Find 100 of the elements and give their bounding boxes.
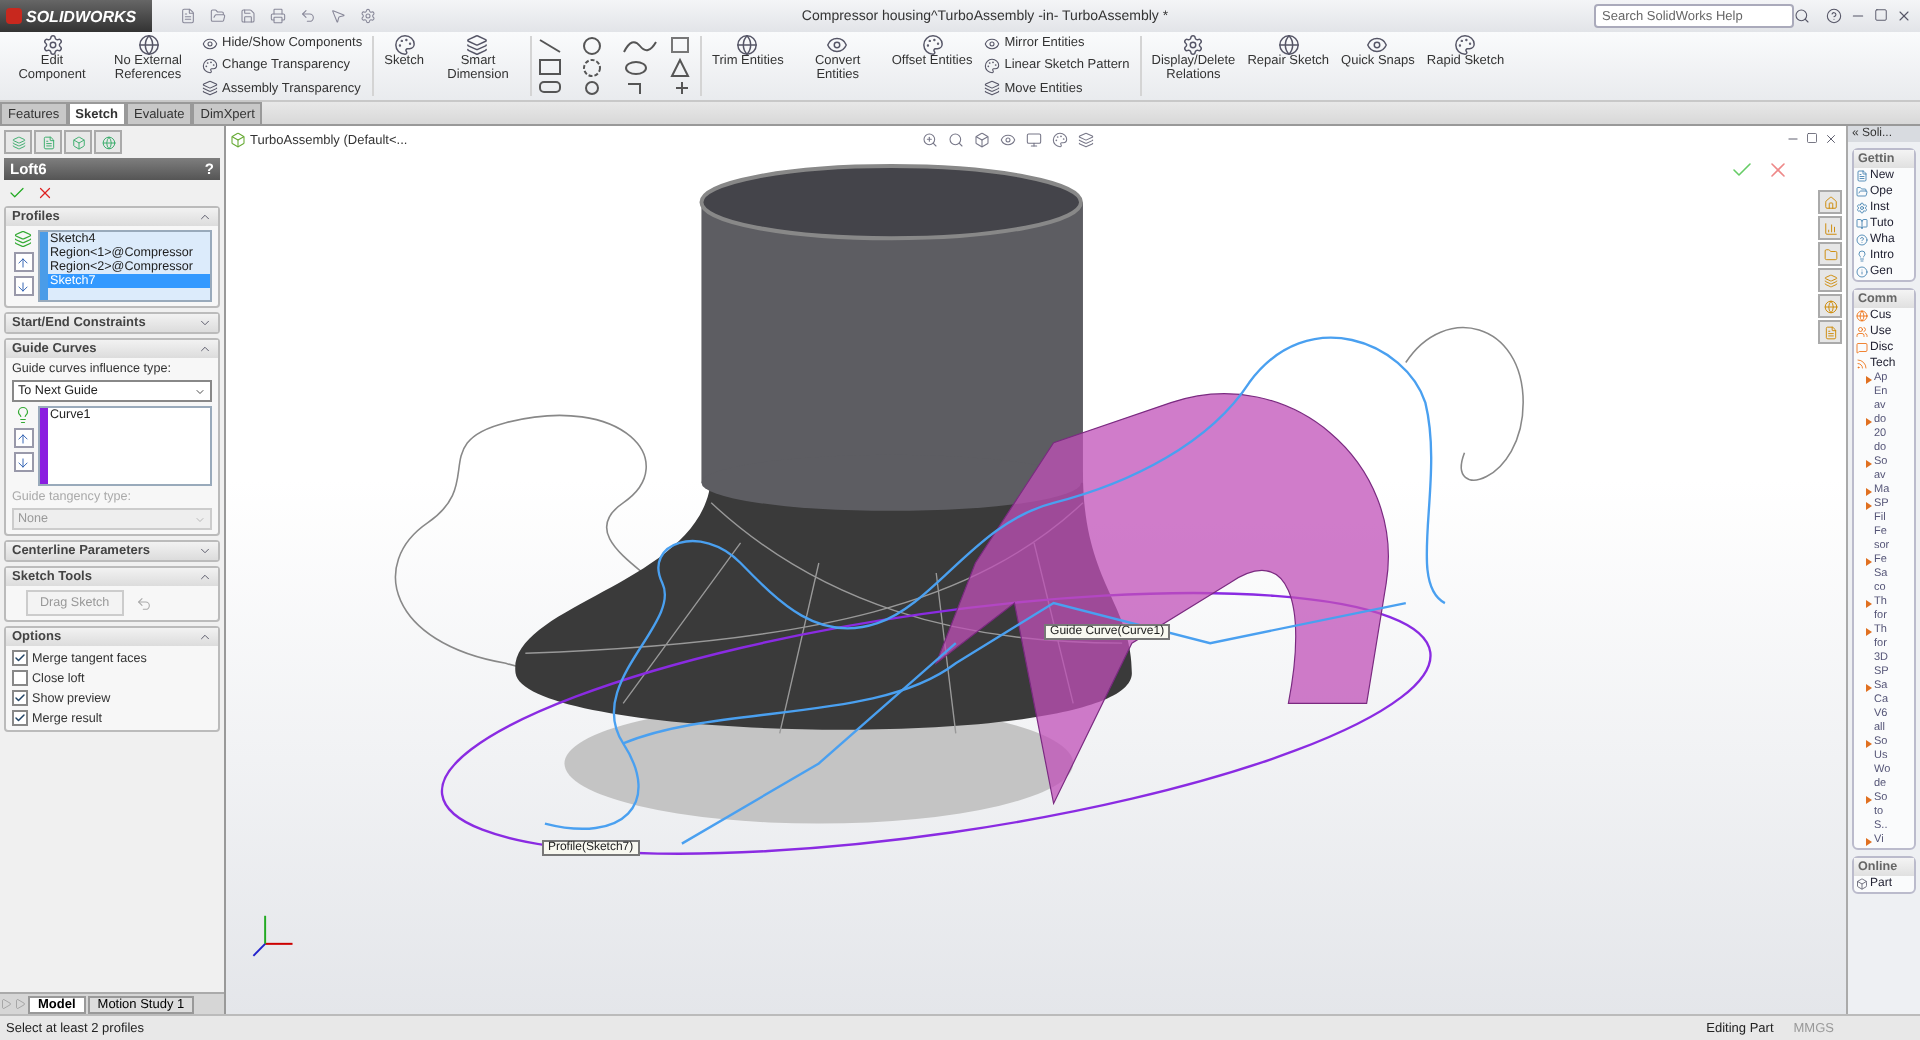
- tool-icon: [202, 35, 218, 52]
- arrow-down-icon: [16, 279, 30, 293]
- toolbar-icon[interactable]: [240, 8, 256, 24]
- bullet-icon: [1866, 488, 1872, 496]
- panel-tab[interactable]: [4, 130, 32, 154]
- move-down-button[interactable]: [13, 452, 33, 472]
- cancel-icon[interactable]: [36, 184, 54, 202]
- toolbar-icon[interactable]: [360, 8, 376, 24]
- tool-icon: [1277, 34, 1300, 56]
- collapse-icon[interactable]: [198, 210, 212, 224]
- tool-icon: [826, 34, 849, 56]
- toolbar-icon[interactable]: [300, 8, 316, 24]
- tab-icon: [1823, 273, 1837, 287]
- task-tab[interactable]: [1818, 268, 1842, 292]
- close-icon[interactable]: [1896, 8, 1912, 24]
- link-icon: [1856, 234, 1868, 246]
- collapse-icon[interactable]: [198, 570, 212, 584]
- link-icon: [1856, 342, 1868, 354]
- check-icon: [14, 652, 26, 664]
- panel-tab[interactable]: [34, 130, 62, 154]
- task-tab[interactable]: [1818, 294, 1842, 318]
- dropdown-icon: [194, 385, 206, 397]
- tab-icon: [1823, 247, 1837, 261]
- toolbar-icon[interactable]: [180, 8, 196, 24]
- link-icon: [1856, 878, 1868, 890]
- arrow-up-icon: [16, 255, 30, 269]
- tool-icon: [202, 57, 218, 74]
- toolbar-icon[interactable]: [330, 8, 346, 24]
- tab-icon: [1823, 195, 1837, 209]
- tool-icon: [1366, 34, 1389, 56]
- link-icon: [1856, 170, 1868, 182]
- checkbox[interactable]: [12, 650, 28, 666]
- tool-icon: [466, 34, 489, 56]
- assembly-icon: [230, 132, 246, 148]
- tab-icon: [101, 135, 115, 149]
- view-icon[interactable]: [948, 132, 965, 148]
- help-icon[interactable]: [1826, 8, 1842, 24]
- link-icon: [1856, 326, 1868, 338]
- link-icon: [1856, 310, 1868, 322]
- task-tab[interactable]: [1818, 216, 1842, 240]
- link-icon: [1856, 186, 1868, 198]
- view-icon[interactable]: [1078, 132, 1095, 148]
- bullet-icon: [1866, 628, 1872, 636]
- bullet-icon: [1866, 796, 1872, 804]
- toolbar-icon[interactable]: [270, 8, 286, 24]
- move-down-button[interactable]: [13, 276, 33, 296]
- expand-icon[interactable]: [198, 316, 212, 330]
- task-tab[interactable]: [1818, 190, 1842, 214]
- search-icon[interactable]: [1794, 8, 1810, 24]
- tab-icon: [71, 135, 85, 149]
- bullet-icon: [1866, 684, 1872, 692]
- link-icon: [1856, 202, 1868, 214]
- move-up-button[interactable]: [13, 252, 33, 272]
- view-icon[interactable]: [974, 132, 991, 148]
- link-icon: [1856, 358, 1868, 370]
- ok-icon[interactable]: [8, 184, 26, 202]
- tool-icon: [137, 34, 159, 56]
- tool-icon: [984, 57, 1001, 74]
- checkbox[interactable]: [12, 690, 28, 706]
- ok-icon[interactable]: [1730, 158, 1754, 182]
- tool-icon: [921, 34, 944, 56]
- undo-icon: [135, 595, 152, 611]
- view-icon[interactable]: [1000, 132, 1017, 148]
- tab-icon: [1823, 221, 1837, 235]
- checkbox[interactable]: [12, 710, 28, 726]
- app-logo[interactable]: SOLIDWORKS: [0, 0, 152, 32]
- checkbox[interactable]: [12, 670, 28, 686]
- collapse-icon[interactable]: [198, 342, 212, 356]
- bullet-icon: [1866, 376, 1872, 384]
- link-icon: [1856, 266, 1868, 278]
- arrow-up-icon: [16, 431, 30, 445]
- expand-icon[interactable]: [198, 544, 212, 558]
- tab-icon: [1823, 325, 1837, 339]
- task-tab[interactable]: [1818, 320, 1842, 344]
- link-icon: [1856, 250, 1868, 262]
- tool-icon: [41, 34, 63, 56]
- minimize-icon[interactable]: [1786, 132, 1800, 146]
- tool-icon: [393, 34, 416, 56]
- maximize-icon[interactable]: [1806, 132, 1818, 144]
- view-icon[interactable]: [922, 132, 939, 148]
- close-icon[interactable]: [1824, 132, 1838, 146]
- bullet-icon: [1866, 460, 1872, 468]
- collapse-icon[interactable]: [198, 630, 212, 644]
- task-tab[interactable]: [1818, 242, 1842, 266]
- bullet-icon: [1866, 838, 1872, 846]
- link-icon: [1856, 218, 1868, 230]
- tab-icon: [1823, 299, 1837, 313]
- tool-icon: [202, 80, 218, 97]
- tab-icon: [41, 135, 55, 149]
- view-icon[interactable]: [1052, 132, 1069, 148]
- bullet-icon: [1866, 740, 1872, 748]
- move-up-button[interactable]: [13, 428, 33, 448]
- panel-tab[interactable]: [64, 130, 92, 154]
- bullet-icon: [1866, 600, 1872, 608]
- panel-tab[interactable]: [94, 130, 122, 154]
- view-icon[interactable]: [1026, 132, 1043, 148]
- toolbar-icon[interactable]: [210, 8, 226, 24]
- tool-icon: [1454, 34, 1477, 56]
- maximize-icon[interactable]: [1874, 8, 1888, 22]
- cancel-icon[interactable]: [1766, 158, 1790, 182]
